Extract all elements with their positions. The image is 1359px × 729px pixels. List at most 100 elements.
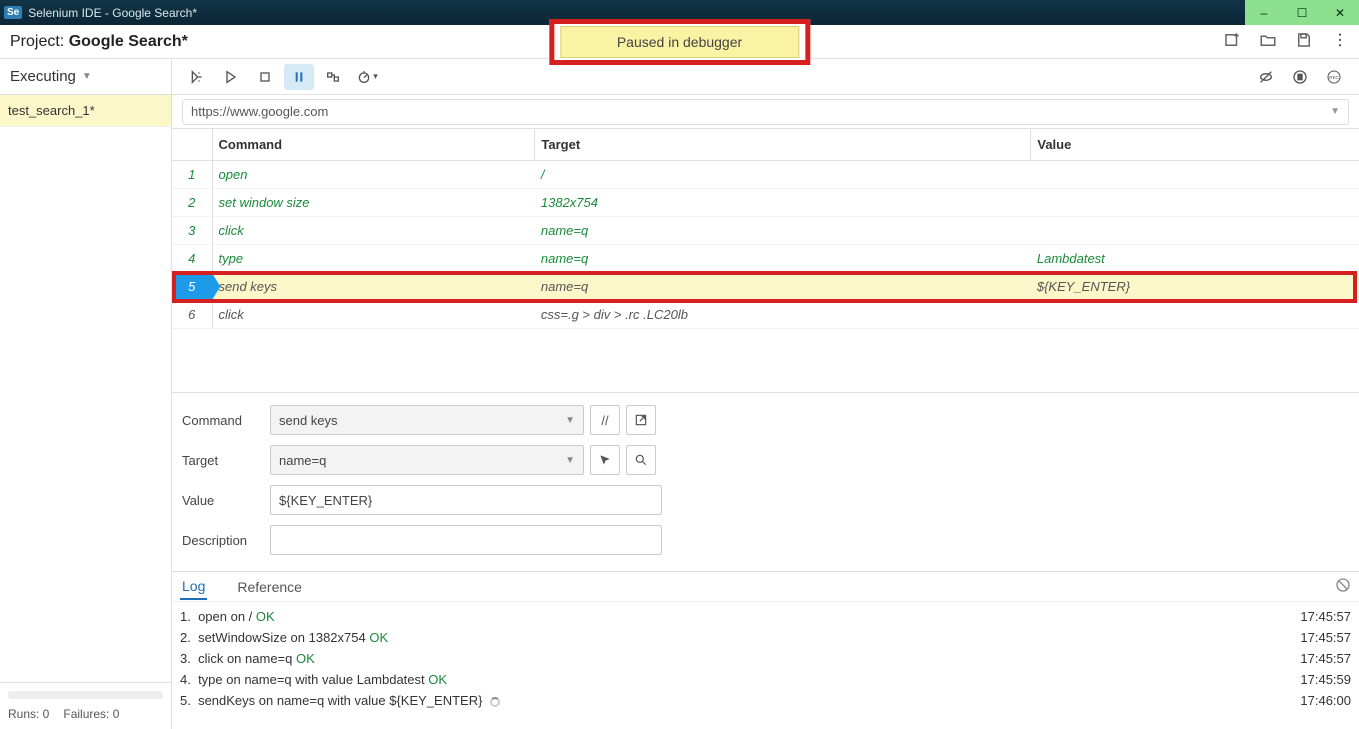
row-target: css=.g > div > .rc .LC20lb xyxy=(535,301,1031,329)
row-target: 1382x754 xyxy=(535,189,1031,217)
pause-exceptions-button[interactable] xyxy=(1285,64,1315,90)
editor-target-label: Target xyxy=(182,453,270,468)
base-url-value: https://www.google.com xyxy=(191,104,328,119)
minimize-button[interactable]: – xyxy=(1245,0,1283,25)
step-over-button[interactable] xyxy=(318,64,348,90)
row-command: click xyxy=(212,217,535,245)
row-target: / xyxy=(535,161,1031,189)
log-line: 3. click on name=q OK17:45:57 xyxy=(180,648,1351,669)
base-url-input[interactable]: https://www.google.com ▼ xyxy=(182,99,1349,125)
tab-log[interactable]: Log xyxy=(180,574,207,600)
row-value xyxy=(1031,161,1359,189)
log-line: 1. open on / OK17:45:57 xyxy=(180,606,1351,627)
row-command: send keys xyxy=(212,273,535,301)
row-value xyxy=(1031,301,1359,329)
log-time: 17:45:59 xyxy=(1300,672,1351,687)
run-all-button[interactable] xyxy=(182,64,212,90)
editor-description-input[interactable] xyxy=(270,525,662,555)
top-bar: Project: Google Search* Paused in debugg… xyxy=(0,25,1359,59)
speed-button[interactable]: ▾ xyxy=(352,64,382,90)
row-command: set window size xyxy=(212,189,535,217)
new-project-icon[interactable] xyxy=(1223,31,1241,52)
record-button[interactable]: REC xyxy=(1319,64,1349,90)
find-target-button[interactable] xyxy=(626,445,656,475)
log-time: 17:45:57 xyxy=(1300,651,1351,666)
col-value: Value xyxy=(1031,129,1359,161)
disable-breakpoints-button[interactable] xyxy=(1251,64,1281,90)
debug-banner-highlight: Paused in debugger xyxy=(549,19,810,65)
row-command: type xyxy=(212,245,535,273)
chevron-down-icon: ▼ xyxy=(1330,106,1340,117)
more-menu-icon[interactable] xyxy=(1331,31,1349,52)
close-button[interactable]: ✕ xyxy=(1321,0,1359,25)
command-row[interactable]: 3clickname=q xyxy=(172,217,1359,245)
row-target: name=q xyxy=(535,273,1031,301)
chevron-down-icon: ▼ xyxy=(565,415,575,426)
svg-text:REC: REC xyxy=(1329,75,1339,80)
debug-banner: Paused in debugger xyxy=(560,26,799,58)
sidebar-header-label: Executing xyxy=(10,68,76,85)
test-item[interactable]: test_search_1* xyxy=(0,95,171,127)
app-badge: Se xyxy=(4,6,22,19)
editor-value-input[interactable]: ${KEY_ENTER} xyxy=(270,485,662,515)
editor-value-text: ${KEY_ENTER} xyxy=(279,493,372,508)
row-number: 2 xyxy=(172,189,212,217)
row-number: 5 xyxy=(172,273,212,301)
log-time: 17:45:57 xyxy=(1300,630,1351,645)
chevron-down-icon: ▼ xyxy=(82,71,92,82)
row-number: 1 xyxy=(172,161,212,189)
command-row[interactable]: 6clickcss=.g > div > .rc .LC20lb xyxy=(172,301,1359,329)
log-line: 5. sendKeys on name=q with value ${KEY_E… xyxy=(180,690,1351,711)
runs-count: Runs: 0 xyxy=(8,707,49,721)
toggle-comment-button[interactable]: // xyxy=(590,405,620,435)
row-value xyxy=(1031,189,1359,217)
row-number: 4 xyxy=(172,245,212,273)
row-target: name=q xyxy=(535,245,1031,273)
row-number: 6 xyxy=(172,301,212,329)
clear-log-icon[interactable] xyxy=(1335,577,1351,596)
window-title: Selenium IDE - Google Search* xyxy=(28,6,197,20)
project-prefix: Project: xyxy=(10,33,64,50)
log-panel: Log Reference 1. open on / OK17:45:572. … xyxy=(172,571,1359,729)
row-value xyxy=(1031,217,1359,245)
maximize-button[interactable]: ☐ xyxy=(1283,0,1321,25)
editor-command-value: send keys xyxy=(279,413,338,428)
command-row[interactable]: 2set window size1382x754 xyxy=(172,189,1359,217)
command-row[interactable]: 5send keysname=q${KEY_ENTER} xyxy=(172,273,1359,301)
sidebar-footer: Runs: 0 Failures: 0 xyxy=(0,682,171,729)
pause-button[interactable] xyxy=(284,64,314,90)
row-target: name=q xyxy=(535,217,1031,245)
project-label: Project: Google Search* xyxy=(10,33,188,51)
col-command: Command xyxy=(212,129,535,161)
tab-reference[interactable]: Reference xyxy=(235,575,304,599)
project-name: Google Search* xyxy=(69,33,188,50)
open-project-icon[interactable] xyxy=(1259,31,1277,52)
editor-command-input[interactable]: send keys ▼ xyxy=(270,405,584,435)
window-buttons: – ☐ ✕ xyxy=(1245,0,1359,25)
command-table: Command Target Value 1open/2set window s… xyxy=(172,129,1359,329)
editor-command-label: Command xyxy=(182,413,270,428)
row-command: click xyxy=(212,301,535,329)
command-editor: Command send keys ▼ // Target name=q ▼ xyxy=(172,392,1359,571)
open-new-window-button[interactable] xyxy=(626,405,656,435)
failures-count: Failures: 0 xyxy=(63,707,119,721)
log-time: 17:45:57 xyxy=(1300,609,1351,624)
save-project-icon[interactable] xyxy=(1295,31,1313,52)
editor-description-label: Description xyxy=(182,533,270,548)
chevron-down-icon: ▼ xyxy=(565,455,575,466)
test-sidebar: Executing ▼ test_search_1* Runs: 0 Failu… xyxy=(0,59,172,729)
command-row[interactable]: 4typename=qLambdatest xyxy=(172,245,1359,273)
select-target-button[interactable] xyxy=(590,445,620,475)
log-time: 17:46:00 xyxy=(1300,693,1351,708)
row-value: Lambdatest xyxy=(1031,245,1359,273)
log-line: 4. type on name=q with value Lambdatest … xyxy=(180,669,1351,690)
col-target: Target xyxy=(535,129,1031,161)
stop-button[interactable] xyxy=(250,64,280,90)
sidebar-header[interactable]: Executing ▼ xyxy=(0,59,171,95)
editor-value-label: Value xyxy=(182,493,270,508)
row-value: ${KEY_ENTER} xyxy=(1031,273,1359,301)
editor-target-input[interactable]: name=q ▼ xyxy=(270,445,584,475)
row-number: 3 xyxy=(172,217,212,245)
command-row[interactable]: 1open/ xyxy=(172,161,1359,189)
run-button[interactable] xyxy=(216,64,246,90)
